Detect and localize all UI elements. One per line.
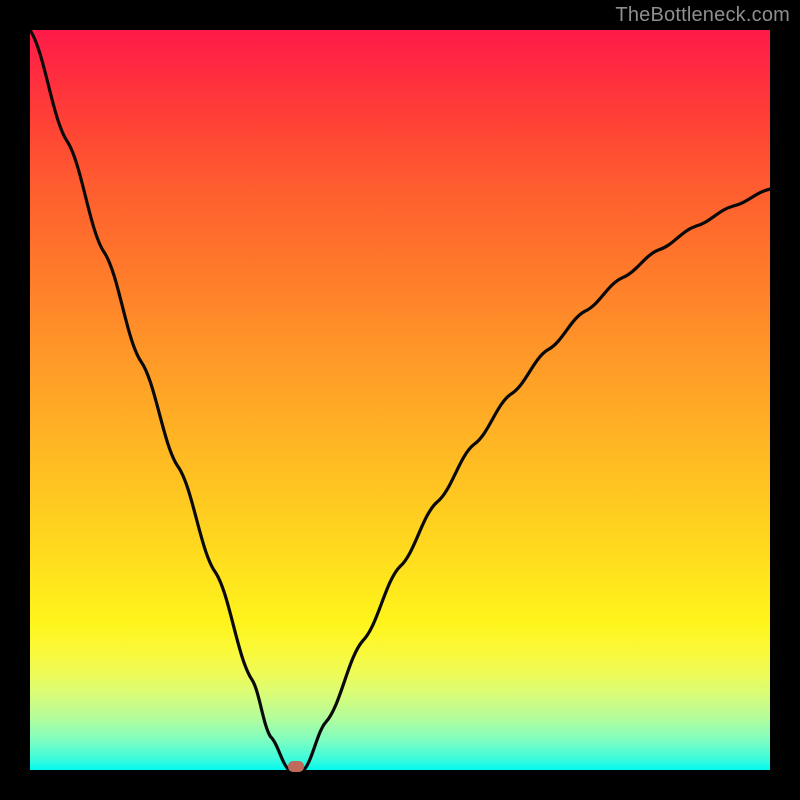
- watermark-text: TheBottleneck.com: [615, 4, 790, 27]
- bottleneck-curve: [30, 30, 770, 770]
- chart-frame: TheBottleneck.com: [0, 0, 800, 800]
- plot-area: [30, 30, 770, 770]
- optimum-marker: [288, 761, 304, 772]
